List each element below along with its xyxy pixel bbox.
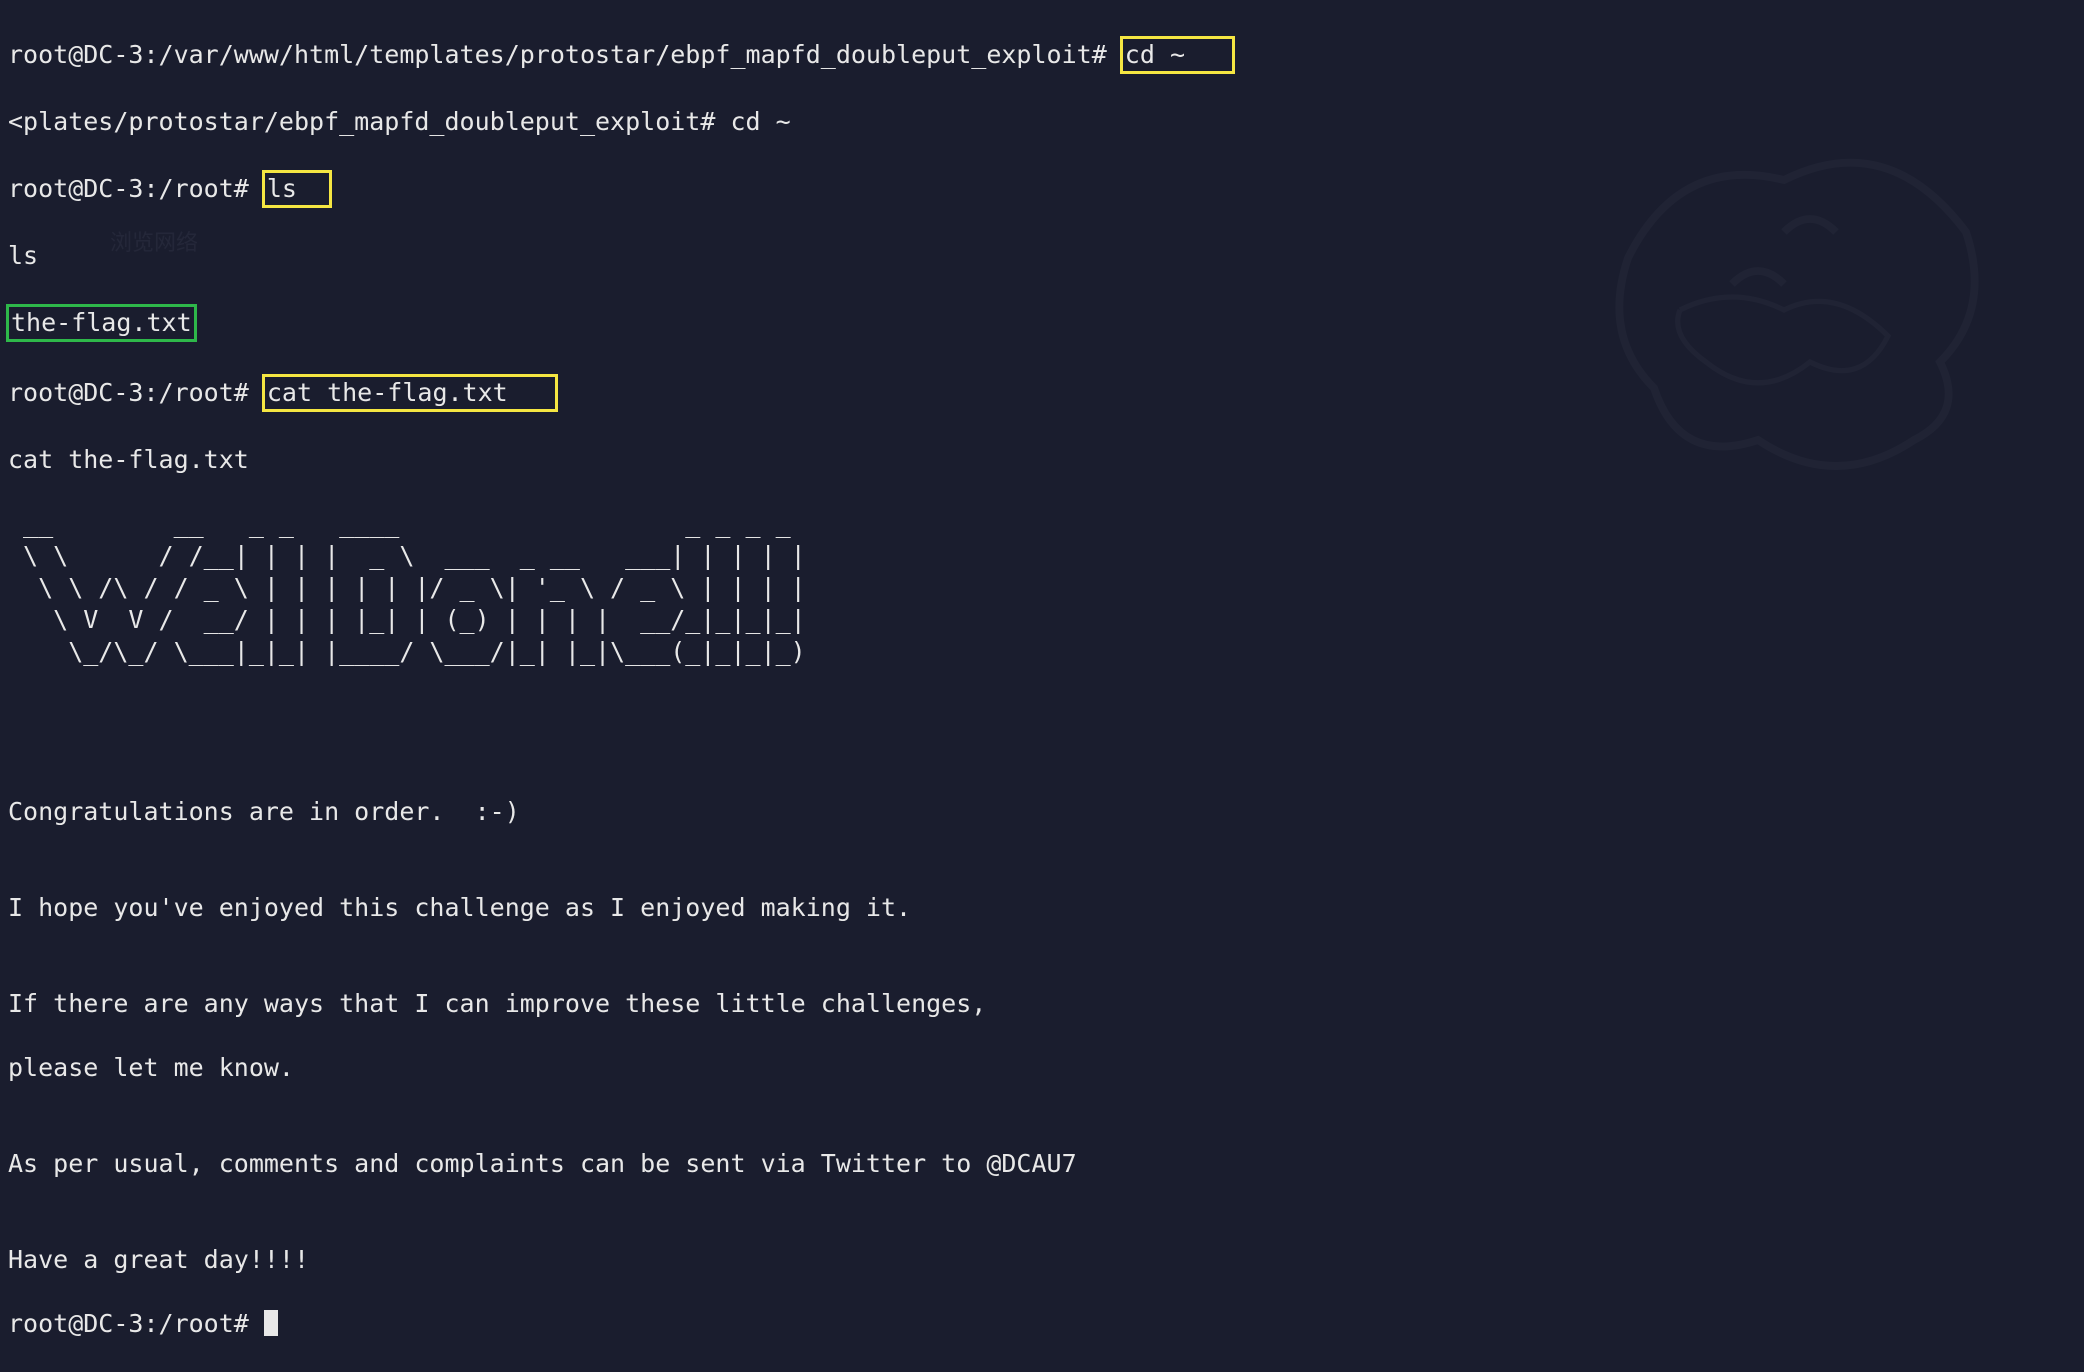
- message-enjoyed: I hope you've enjoyed this challenge as …: [8, 892, 2076, 924]
- command-text: cd ~: [1125, 40, 1185, 69]
- message-greatday: Have a great day!!!!: [8, 1244, 2076, 1276]
- shell-prompt: root@DC-3:/root#: [8, 1309, 264, 1338]
- shell-prompt: root@DC-3:/root#: [8, 378, 264, 407]
- message-twitter: As per usual, comments and complaints ca…: [8, 1148, 2076, 1180]
- command-highlight-cat: cat the-flag.txt: [262, 374, 558, 412]
- prompt-line-4[interactable]: root@DC-3:/root#: [8, 1308, 2076, 1340]
- command-highlight-ls: ls: [262, 170, 332, 208]
- file-listing-line: the-flag.txt: [8, 304, 2076, 342]
- message-improve-a: If there are any ways that I can improve…: [8, 988, 2076, 1020]
- message-congrats: Congratulations are in order. :-): [8, 796, 2076, 828]
- prompt-line-1: root@DC-3:/var/www/html/templates/protos…: [8, 36, 2076, 74]
- file-name: the-flag.txt: [11, 308, 192, 337]
- command-text: ls: [267, 174, 297, 203]
- message-improve-b: please let me know.: [8, 1052, 2076, 1084]
- shell-prompt: root@DC-3:/var/www/html/templates/protos…: [8, 40, 1122, 69]
- ascii-art-banner: __ __ _ _ ____ _ _ _ _ \ \ / /__| | | | …: [8, 508, 2076, 700]
- shell-prompt: root@DC-3:/root#: [8, 174, 264, 203]
- cursor-block: [264, 1310, 278, 1336]
- file-highlight: the-flag.txt: [6, 304, 197, 342]
- echo-line-1: <plates/protostar/ebpf_mapfd_doubleput_e…: [8, 106, 2076, 138]
- prompt-line-3: root@DC-3:/root# cat the-flag.txt: [8, 374, 2076, 412]
- prompt-line-2: root@DC-3:/root# ls: [8, 170, 2076, 208]
- command-text: cat the-flag.txt: [267, 378, 508, 407]
- echo-line-3: cat the-flag.txt: [8, 444, 2076, 476]
- echo-line-2: ls: [8, 240, 2076, 272]
- terminal-output[interactable]: root@DC-3:/var/www/html/templates/protos…: [8, 4, 2076, 1372]
- command-highlight-cd: cd ~: [1120, 36, 1235, 74]
